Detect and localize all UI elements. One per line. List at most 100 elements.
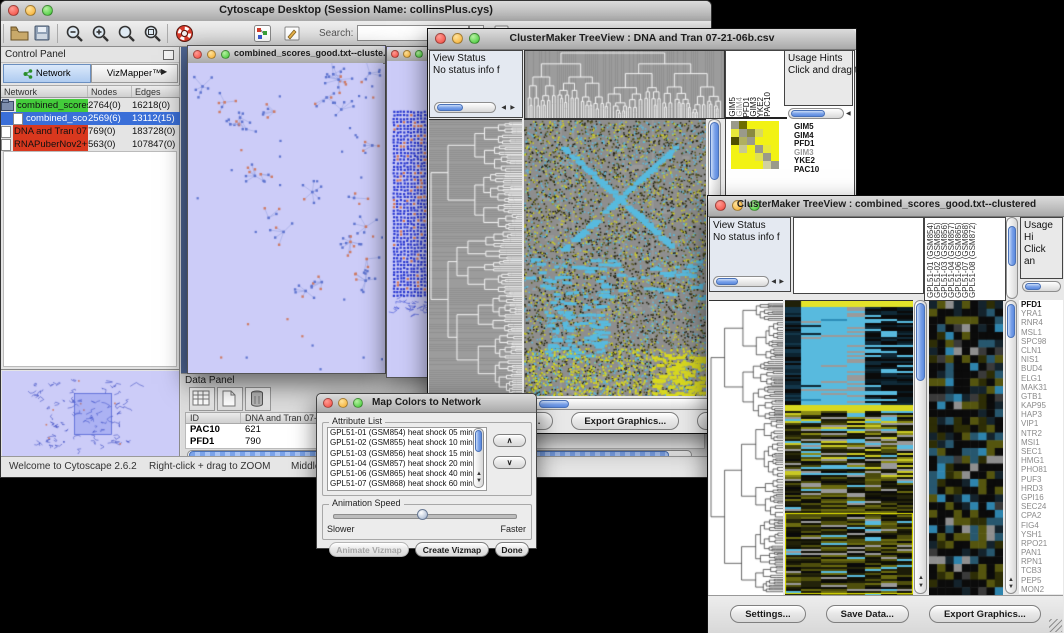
scroll-thumb[interactable]	[1008, 226, 1016, 266]
zoom-in-button[interactable]	[91, 24, 111, 48]
matrix-cell[interactable]	[731, 129, 739, 137]
matrix-cell[interactable]	[731, 137, 739, 145]
treeview2-heatmap[interactable]	[785, 300, 913, 595]
scroll-left-icon[interactable]: ◀	[846, 111, 851, 117]
scroll-thumb[interactable]	[539, 400, 569, 408]
matrix-cell[interactable]	[771, 129, 779, 137]
matrix-cell[interactable]	[731, 121, 739, 129]
network-row[interactable]: DNA and Tran 07 769(0) 183728(0)	[1, 125, 180, 138]
gene-label[interactable]: SEC1	[1021, 447, 1063, 456]
network-view-canvas[interactable]	[188, 63, 383, 371]
scroll-down-icon[interactable]: ▼	[1008, 584, 1014, 590]
scroll-thumb[interactable]	[716, 278, 738, 285]
control-panel-tab[interactable]: Network	[3, 64, 91, 83]
matrix-cell[interactable]	[755, 129, 763, 137]
treeview-button[interactable]: Settings...	[730, 605, 805, 623]
open-session-button[interactable]	[9, 24, 29, 47]
create-vizmap-button[interactable]: Create Vizmap	[415, 542, 489, 557]
zoom-fit-button[interactable]	[143, 24, 163, 48]
treeview1-titlebar[interactable]: ClusterMaker TreeView : DNA and Tran 07-…	[428, 29, 856, 50]
treeview2-genelist-scrollbar[interactable]: ▲ ▼	[1005, 300, 1017, 594]
matrix-cell[interactable]	[771, 121, 779, 129]
zoom-window-icon[interactable]	[221, 50, 230, 59]
matrix-cell[interactable]	[747, 137, 755, 145]
matrix-cell[interactable]	[763, 161, 771, 169]
gene-label[interactable]: VIP1	[1021, 419, 1063, 428]
animate-vizmap-button[interactable]: Animate Vizmap	[329, 542, 409, 557]
column-label[interactable]: GPL51-08 (GSM872)	[969, 218, 976, 298]
gene-label[interactable]: GPI16	[1021, 493, 1063, 502]
gene-label[interactable]: PAN1	[1021, 548, 1063, 557]
scroll-thumb[interactable]	[791, 110, 825, 117]
attribute-item[interactable]: GPL51-01 (GSM854) heat shock 05 min	[328, 428, 486, 438]
gene-label[interactable]: MON2	[1021, 585, 1063, 594]
treeview2-gene-list[interactable]: PFD1YRA1RNR4MSL1SPC98CLN1NIS1BUD4ELG1MAK…	[1019, 300, 1063, 594]
treeview2-row-dendrogram[interactable]	[709, 300, 783, 595]
matrix-cell[interactable]	[755, 121, 763, 129]
gene-label[interactable]: SEC24	[1021, 502, 1063, 511]
scroll-up-icon[interactable]: ▲	[1008, 577, 1014, 583]
more-tabs-button[interactable]: ▶	[161, 67, 167, 76]
minimize-icon[interactable]	[207, 50, 216, 59]
treeview2-zoom-heatmap[interactable]	[929, 300, 1003, 595]
animation-slider-thumb[interactable]	[417, 509, 428, 520]
gene-label[interactable]: YSH1	[1021, 530, 1063, 539]
gene-label[interactable]: PFD1	[1021, 300, 1063, 309]
scroll-thumb[interactable]	[1007, 304, 1015, 338]
data-panel-attr-button[interactable]	[189, 387, 215, 411]
matrix-cell[interactable]	[747, 161, 755, 169]
network-row[interactable]: combined_sco 2569(6) 13112(15)	[1, 112, 180, 125]
matrix-cell[interactable]	[739, 121, 747, 129]
data-panel-delete-button[interactable]	[245, 387, 271, 411]
gene-label[interactable]: PHO81	[1021, 465, 1063, 474]
usage-hints-scrollbar[interactable]	[788, 108, 844, 119]
gene-label[interactable]: RNR4	[1021, 318, 1063, 327]
resize-grip[interactable]	[1049, 619, 1062, 632]
matrix-cell[interactable]	[739, 161, 747, 169]
matrix-cell[interactable]	[731, 153, 739, 161]
scroll-thumb[interactable]	[916, 303, 925, 381]
column-header[interactable]: Edges	[132, 86, 180, 97]
matrix-cell[interactable]	[763, 137, 771, 145]
matrix-cell[interactable]	[763, 121, 771, 129]
scroll-up-icon[interactable]: ▲	[476, 471, 482, 477]
attribute-list-scrollbar[interactable]: ▲ ▼	[473, 428, 484, 488]
matrix-cell[interactable]	[755, 161, 763, 169]
treeview-button[interactable]: Export Graphics...	[929, 605, 1041, 623]
treeview2-collabel-scrollbar[interactable]	[1006, 217, 1018, 299]
gene-label[interactable]: TCB3	[1021, 566, 1063, 575]
row-label[interactable]: PAC10	[794, 166, 819, 175]
matrix-cell[interactable]	[771, 161, 779, 169]
network-overview-panel[interactable]	[1, 369, 180, 457]
scroll-thumb[interactable]	[475, 430, 482, 452]
treeview1-column-labels[interactable]: GIM5GIM4PFD1GIM3YKE2PAC10	[729, 51, 771, 117]
matrix-cell[interactable]	[747, 145, 755, 153]
network-row[interactable]: RNAPuberNov2+... 563(0) 107847(0)	[1, 138, 180, 151]
close-icon[interactable]	[193, 50, 202, 59]
matrix-cell[interactable]	[739, 145, 747, 153]
matrix-cell[interactable]	[763, 145, 771, 153]
gene-label[interactable]: HRD3	[1021, 484, 1063, 493]
gene-label[interactable]: NTR2	[1021, 429, 1063, 438]
scroll-right-icon[interactable]: ▶	[510, 105, 515, 111]
treeview-button[interactable]: Save Data...	[826, 605, 909, 623]
column-label[interactable]: PAC10	[764, 92, 771, 117]
gene-label[interactable]: YRA1	[1021, 309, 1063, 318]
attribute-item[interactable]: GPL51-03 (GSM856) heat shock 15 min	[328, 449, 486, 459]
scroll-down-icon[interactable]: ▼	[918, 583, 924, 589]
scroll-thumb[interactable]	[1025, 283, 1041, 290]
attribute-item[interactable]: GPL51-06 (GSM865) heat shock 40 min	[328, 469, 486, 479]
float-panel-icon[interactable]	[163, 50, 174, 60]
network-row[interactable]: combined_scores 2764(0) 16218(0)	[1, 99, 180, 112]
gene-label[interactable]: GTB1	[1021, 392, 1063, 401]
matrix-cell[interactable]	[771, 137, 779, 145]
treeview1-zoom-matrix[interactable]	[731, 121, 779, 169]
network-view-titlebar[interactable]: combined_scores_good.txt--cluste...	[188, 46, 385, 64]
gene-label[interactable]: PEP5	[1021, 576, 1063, 585]
attribute-item[interactable]: GPL51-07 (GSM868) heat shock 60 min	[328, 479, 486, 489]
attribute-listbox[interactable]: GPL51-01 (GSM854) heat shock 05 min GPL51…	[327, 427, 487, 491]
move-up-button[interactable]: ∧	[493, 434, 526, 447]
move-down-button[interactable]: ∨	[493, 456, 526, 469]
gene-label[interactable]: BUD4	[1021, 364, 1063, 373]
data-panel-new-button[interactable]	[217, 387, 243, 411]
